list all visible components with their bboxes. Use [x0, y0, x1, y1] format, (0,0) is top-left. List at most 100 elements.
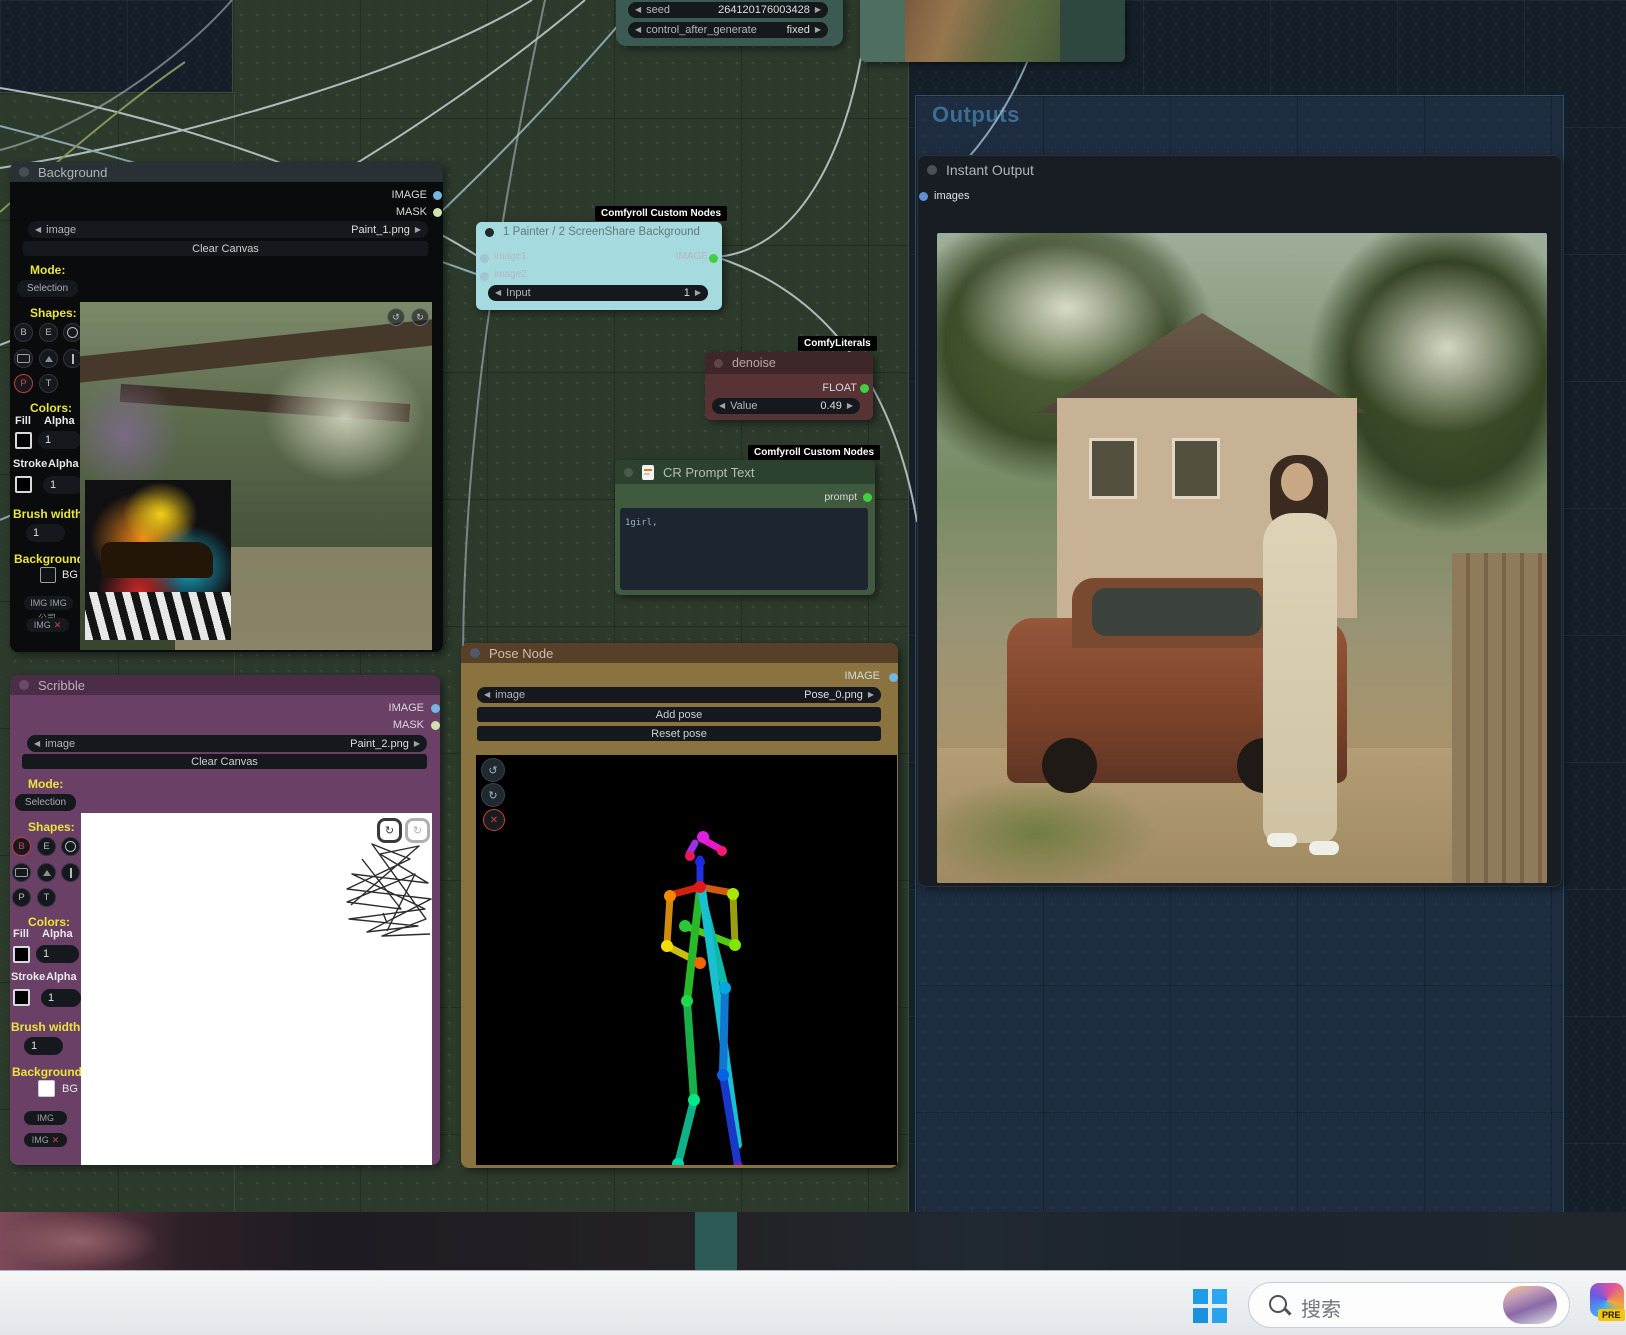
canvas-undo-button[interactable]: ↺	[387, 308, 405, 326]
left-arrow-icon[interactable]: ◀	[34, 739, 40, 748]
input-image1-port[interactable]	[480, 254, 489, 263]
stroke-color-swatch[interactable]	[13, 989, 30, 1006]
shape-rectangle-button[interactable]	[12, 863, 31, 882]
left-arrow-icon[interactable]: ◀	[35, 225, 41, 234]
control-after-generate-widget[interactable]: ◀ control_after_generate fixed ▶	[628, 22, 828, 38]
output-image-port[interactable]	[431, 704, 440, 713]
collapse-dot-icon[interactable]	[624, 467, 633, 477]
copilot-button[interactable]: PRE	[1590, 1283, 1626, 1321]
windows-start-button[interactable]	[1193, 1289, 1227, 1323]
collapse-dot-icon[interactable]	[19, 680, 29, 690]
paint-canvas[interactable]: ↺ ↻	[80, 302, 432, 650]
pose-skeleton[interactable]	[476, 755, 897, 1165]
shape-brush-button[interactable]: B	[12, 837, 31, 856]
seed-widget[interactable]: ◀ seed 264120176003428 ▶	[628, 2, 828, 18]
shape-eraser-button[interactable]: E	[39, 323, 58, 342]
shape-brush-button[interactable]: B	[14, 323, 33, 342]
output-prompt-port[interactable]	[863, 493, 872, 502]
denoise-node-header[interactable]: denoise	[705, 352, 873, 374]
right-arrow-icon[interactable]: ▶	[815, 6, 821, 14]
brush-width-input[interactable]: 1	[24, 1037, 63, 1055]
left-arrow-icon[interactable]: ◀	[635, 6, 641, 14]
output-mask-port[interactable]	[431, 721, 440, 730]
output-image-port[interactable]	[433, 191, 442, 200]
brush-width-input[interactable]: 1	[26, 524, 65, 542]
stroke-color-swatch[interactable]	[15, 476, 32, 493]
output-mask-port[interactable]	[433, 208, 442, 217]
prompt-node-header[interactable]: CR Prompt Text	[615, 460, 875, 484]
painter-node-header[interactable]: 1 Painter / 2 ScreenShare Background	[476, 222, 722, 242]
instant-output-header[interactable]: Instant Output	[918, 156, 1561, 184]
shape-rectangle-button[interactable]	[14, 349, 33, 368]
shape-pen-button[interactable]: P	[14, 374, 33, 393]
right-arrow-icon[interactable]: ▶	[414, 739, 420, 748]
fill-color-swatch[interactable]	[13, 946, 30, 963]
windows-taskbar[interactable]: 搜索 PRE	[0, 1270, 1626, 1335]
pose-canvas[interactable]: ↺ ↻ ✕	[476, 755, 897, 1165]
right-arrow-icon[interactable]: ▶	[415, 225, 421, 234]
image-select-widget[interactable]: ◀ image Paint_1.png ▶	[28, 221, 428, 238]
seed-node[interactable]: ◀ seed 264120176003428 ▶ ◀ control_after…	[616, 0, 843, 46]
pose-node-header[interactable]: Pose Node	[461, 643, 898, 663]
shape-pen-button[interactable]: P	[12, 888, 31, 907]
canvas-redo-button[interactable]: ↻	[411, 308, 429, 326]
clear-canvas-button[interactable]: Clear Canvas	[23, 241, 428, 256]
taskbar-search[interactable]: 搜索	[1248, 1282, 1570, 1328]
right-arrow-icon[interactable]: ▶	[695, 289, 701, 297]
image-select-widget[interactable]: ◀ image Paint_2.png ▶	[27, 735, 427, 752]
scribble-node-header[interactable]: Scribble	[10, 675, 440, 695]
stroke-alpha-input[interactable]: 1	[41, 989, 81, 1007]
image-select-widget[interactable]: ◀ image Pose_0.png ▶	[477, 687, 881, 703]
prompt-textarea[interactable]: 1girl,	[620, 508, 868, 590]
left-arrow-icon[interactable]: ◀	[484, 691, 490, 699]
left-arrow-icon[interactable]: ◀	[719, 402, 725, 410]
shape-triangle-button[interactable]	[37, 863, 56, 882]
painter-screenshare-node[interactable]: 1 Painter / 2 ScreenShare Background ima…	[476, 222, 722, 310]
clear-canvas-button[interactable]: Clear Canvas	[22, 754, 427, 769]
right-arrow-icon[interactable]: ▶	[815, 26, 821, 34]
collapse-dot-icon[interactable]	[19, 167, 29, 177]
fill-color-swatch[interactable]	[15, 432, 32, 449]
stroke-alpha-input[interactable]: 1	[43, 476, 83, 494]
collapse-dot-icon[interactable]	[485, 227, 494, 237]
denoise-node[interactable]: denoise FLOAT ◀ Value 0.49 ▶	[705, 352, 873, 420]
mode-selection-button[interactable]: Selection	[17, 280, 78, 297]
value-widget[interactable]: ◀ Value 0.49 ▶	[712, 398, 860, 414]
shape-line-button[interactable]	[61, 863, 80, 882]
collapse-dot-icon[interactable]	[714, 358, 723, 368]
pose-node[interactable]: Pose Node IMAGE ◀ image Pose_0.png ▶ Add…	[461, 643, 898, 1168]
background-painter-node[interactable]: Background IMAGE MASK ◀ image Paint_1.pn…	[10, 162, 443, 652]
shape-text-button[interactable]: T	[39, 374, 58, 393]
collapse-dot-icon[interactable]	[470, 648, 480, 658]
search-highlight-thumbnail[interactable]	[1503, 1286, 1557, 1324]
bg-color-checkbox[interactable]	[40, 567, 56, 583]
output-image-port[interactable]	[889, 673, 898, 682]
img-img-button[interactable]: IMG IMG	[24, 596, 73, 610]
img-x-button[interactable]: IMG ✕	[24, 1133, 67, 1147]
img-button[interactable]: IMG	[24, 1111, 67, 1125]
input-select-widget[interactable]: ◀ Input 1 ▶	[488, 285, 708, 301]
left-arrow-icon[interactable]: ◀	[635, 26, 641, 34]
cr-prompt-text-node[interactable]: CR Prompt Text prompt 1girl,	[615, 460, 875, 595]
output-image-port[interactable]	[709, 254, 718, 263]
background-node-header[interactable]: Background	[10, 162, 443, 182]
collapse-dot-icon[interactable]	[927, 165, 937, 175]
preview-thumbnail-node[interactable]	[860, 0, 1125, 62]
reset-pose-button[interactable]: Reset pose	[477, 726, 881, 741]
instant-output-node[interactable]: Instant Output images	[917, 155, 1562, 887]
fill-alpha-input[interactable]: 1	[38, 431, 81, 449]
input-images-port[interactable]	[919, 192, 928, 201]
scribble-node[interactable]: Scribble IMAGE MASK ◀ image Paint_2.png …	[10, 675, 440, 1165]
output-float-port[interactable]	[860, 384, 869, 393]
input-image2-port[interactable]	[480, 272, 489, 281]
bg-color-checkbox[interactable]	[38, 1080, 55, 1097]
shape-eraser-button[interactable]: E	[37, 837, 56, 856]
shape-text-button[interactable]: T	[37, 888, 56, 907]
scribble-canvas[interactable]: ↻ ↻	[81, 813, 432, 1165]
mode-selection-button[interactable]: Selection	[15, 794, 76, 811]
shape-triangle-button[interactable]	[39, 349, 58, 368]
left-arrow-icon[interactable]: ◀	[495, 289, 501, 297]
right-arrow-icon[interactable]: ▶	[847, 402, 853, 410]
add-pose-button[interactable]: Add pose	[477, 707, 881, 722]
right-arrow-icon[interactable]: ▶	[868, 691, 874, 699]
